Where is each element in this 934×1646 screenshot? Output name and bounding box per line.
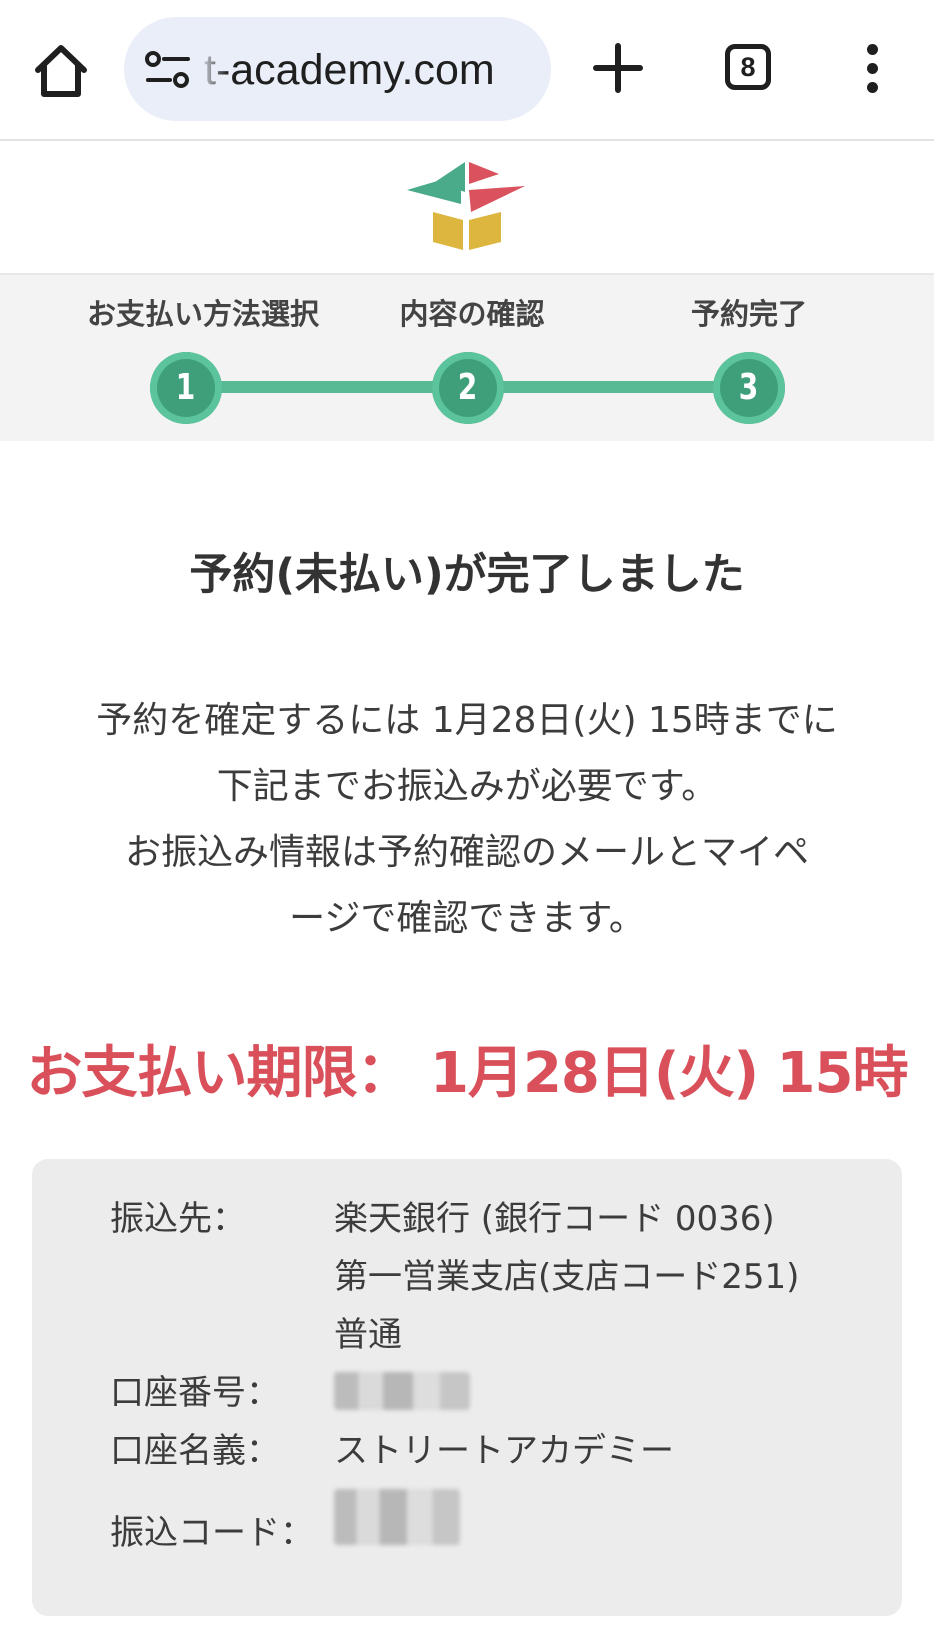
- bank-name: 楽天銀行 (銀行コード 0036): [334, 1199, 775, 1239]
- step-label-2: 内容の確認: [399, 297, 545, 331]
- account-holder: ストリートアカデミー: [334, 1431, 674, 1471]
- bank-branch: 第一営業支店(支店コード251): [334, 1257, 800, 1297]
- step-circle-2: 2: [432, 352, 504, 424]
- completion-heading: 予約(未払い)が完了しました: [189, 550, 745, 600]
- message-line: 予約を確定するには 1月28日(火) 15時までに: [96, 700, 838, 741]
- url-fade: [198, 37, 228, 103]
- step-label-3: 予約完了: [690, 297, 807, 331]
- transfer-code-redacted: [334, 1489, 460, 1545]
- home-icon[interactable]: [30, 40, 92, 102]
- account-number-label: 口座番号：: [110, 1373, 280, 1413]
- address-bar[interactable]: t-academy.com: [124, 17, 551, 121]
- url-text[interactable]: t-academy.com: [204, 42, 495, 98]
- step-label-1: お支払い方法選択: [86, 297, 319, 331]
- account-type: 普通: [334, 1315, 402, 1355]
- message-line: ージで確認できます。: [289, 898, 645, 939]
- message-line: お振込み情報は予約確認のメールとマイペ: [124, 832, 809, 873]
- message-line: 下記までお振込みが必要です。: [216, 766, 718, 807]
- bank-label: 振込先：: [110, 1199, 246, 1239]
- account-holder-label: 口座名義：: [110, 1431, 280, 1471]
- instruction-message: 予約を確定するには 1月28日(火) 15時までに 下記までお振込みが必要です。…: [50, 688, 884, 952]
- tab-switcher-button[interactable]: 8: [725, 44, 771, 90]
- transfer-info-box: 振込先： 楽天銀行 (銀行コード 0036) 第一営業支店(支店コード251) …: [32, 1159, 902, 1616]
- progress-steps: お支払い方法選択 内容の確認 予約完了 1 2 3: [0, 273, 934, 441]
- new-tab-icon[interactable]: [590, 40, 646, 96]
- step-circle-3: 3: [713, 352, 785, 424]
- transfer-code-label: 振込コード：: [110, 1513, 314, 1553]
- tab-count: 8: [740, 52, 756, 82]
- site-settings-icon[interactable]: [144, 51, 192, 89]
- payment-deadline: お支払い期限： 1月28日(火) 15時: [26, 1041, 908, 1106]
- step-circle-1: 1: [150, 352, 222, 424]
- account-number-redacted: [334, 1372, 470, 1410]
- browser-toolbar: t-academy.com 8: [0, 0, 934, 141]
- more-menu-icon[interactable]: [860, 44, 884, 94]
- site-logo[interactable]: [405, 160, 527, 252]
